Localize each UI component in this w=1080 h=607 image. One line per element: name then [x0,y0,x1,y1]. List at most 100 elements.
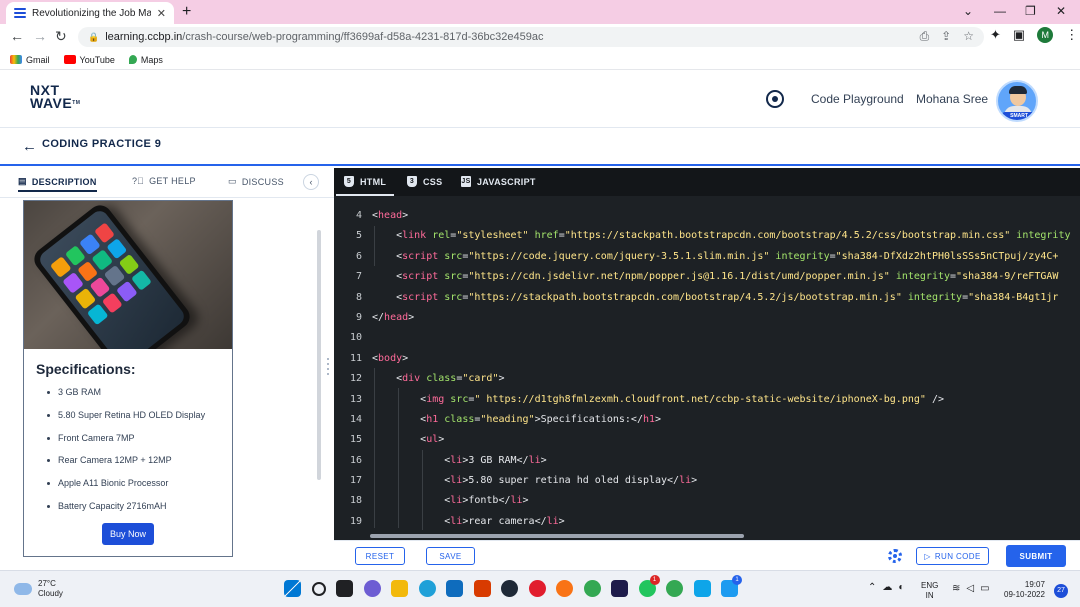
language-indicator[interactable]: ENG IN [921,581,938,601]
code-line[interactable]: <head> [372,206,1080,226]
code-line[interactable]: <li>3 GB RAM</li> [372,451,1080,471]
buy-now-button[interactable]: Buy Now [102,523,154,545]
resize-handle[interactable] [327,358,331,382]
reload-icon[interactable]: ↻ [55,28,67,45]
maximize-icon[interactable]: ❐ [1025,4,1036,18]
tab-css[interactable]: 3 CSS [407,176,442,187]
minimize-icon[interactable]: — [994,4,1006,18]
streak-tracker-icon[interactable] [766,90,784,108]
forward-icon[interactable]: → [33,28,47,44]
share-icon[interactable]: ⇪ [941,29,951,44]
run-code-button[interactable]: ▷ RUN CODE [916,547,989,565]
chrome-profile-icon[interactable] [666,580,683,597]
code-line[interactable]: <li>rear camera</li> [372,512,1080,532]
office-icon[interactable] [473,580,491,597]
arrow-left-icon[interactable]: ← [22,138,37,155]
bookmarks-bar: Gmail YouTube Maps [0,50,1080,70]
youtube-icon [63,55,76,64]
description-panel: ▤ DESCRIPTION ?⃝ GET HELP ▭ DISCUSS ‹ Sp… [0,168,334,568]
tab-javascript[interactable]: JS JAVASCRIPT [461,176,536,187]
code-content[interactable]: <head> <link rel="stylesheet" href="http… [372,206,1080,532]
new-tab-icon[interactable]: + [182,3,191,21]
tab-discuss[interactable]: ▭ DISCUSS [228,176,284,187]
menu-icon[interactable]: ⋮ [1065,27,1078,43]
css3-icon: 3 [407,176,417,187]
cloud-sync-icon[interactable]: ☁ [882,582,892,593]
firefox-icon[interactable] [556,580,573,597]
tab-description[interactable]: ▤ DESCRIPTION [18,176,97,192]
code-line[interactable]: <img src=" https://d1tgh8fmlzexmh.cloudf… [372,390,1080,410]
mail-icon[interactable] [446,580,463,597]
app-icon[interactable] [611,580,628,597]
code-line[interactable]: <li>fontb</li> [372,491,1080,511]
code-editor[interactable]: 5 HTML 3 CSS JS JAVASCRIPT 4 5 6 7 8 9 1… [334,168,1080,540]
install-app-icon[interactable]: ⎙ [920,29,930,44]
browser-toolbar: ← → ↻ 🔒 learning.ccbp.in/crash-course/we… [0,24,1080,50]
code-line[interactable]: <script src="https://stackpath.bootstrap… [372,288,1080,308]
maps-icon [128,55,137,64]
reset-button[interactable]: RESET [355,547,405,565]
task-view-icon[interactable] [336,580,353,597]
code-line[interactable]: <div class="card"> [372,369,1080,389]
bookmark-star-icon[interactable]: ☆ [963,29,974,44]
tab-html[interactable]: 5 HTML [335,176,395,196]
nxtwave-logo[interactable]: NXT WAVETM [30,83,90,110]
whatsapp-icon[interactable]: 1 [638,575,660,597]
opera-icon[interactable] [528,580,546,597]
list-item: Apple A11 Bionic Processor [36,478,226,501]
weather-widget[interactable]: 27°C Cloudy [14,579,63,599]
code-line[interactable]: <h1 class="heading">Specifications:</h1> [372,410,1080,430]
twitter-icon[interactable]: 1 [721,575,742,597]
profile-avatar[interactable]: M [1037,27,1054,43]
store-icon[interactable] [693,580,711,597]
file-explorer-icon[interactable] [391,580,408,597]
volume-icon[interactable]: ◁ [966,583,974,594]
url-path: /crash-course/web-programming/ff3699af-d… [182,31,544,43]
extensions-icon[interactable]: ✦ [990,27,1001,43]
windows-start-icon[interactable] [284,580,301,597]
submit-button[interactable]: SUBMIT [1006,545,1066,567]
code-line[interactable]: <script src="https://code.jquery.com/jqu… [372,247,1080,267]
code-line[interactable]: <body> [372,349,1080,369]
side-panel-icon[interactable]: ▣ [1013,27,1025,43]
code-line[interactable]: </head> [372,308,1080,328]
code-line[interactable]: <script src="https://cdn.jsdelivr.net/np… [372,267,1080,287]
left-tabs: ▤ DESCRIPTION ?⃝ GET HELP ▭ DISCUSS ‹ [0,168,334,198]
chrome-icon[interactable] [583,580,601,597]
panel-scrollbar[interactable] [317,230,321,480]
address-bar[interactable]: 🔒 learning.ccbp.in/crash-course/web-prog… [78,27,984,47]
save-button[interactable]: SAVE [426,547,475,565]
chevron-up-icon[interactable]: ⌃ [868,582,876,593]
code-line[interactable]: <ul> [372,430,1080,450]
edge-icon[interactable] [418,580,436,597]
avatar[interactable]: SMART [996,80,1038,122]
notifications-badge[interactable]: 27 [1054,584,1068,598]
battery-icon[interactable]: ▭ [980,583,989,594]
close-tab-icon[interactable]: ✕ [157,7,166,20]
editor-horizontal-scrollbar[interactable] [370,534,744,538]
tab-title: Revolutionizing the Job Market | [32,7,151,19]
browser-tab[interactable]: Revolutionizing the Job Market | ✕ [6,2,174,24]
bookmark-maps[interactable]: Maps [128,55,163,65]
back-icon[interactable]: ← [10,28,24,44]
code-line[interactable]: <link rel="stylesheet" href="https://sta… [372,226,1080,246]
dell-icon[interactable] [501,580,518,597]
browser-tabstrip: Revolutionizing the Job Market | ✕ + ⌄ —… [0,0,1080,24]
tab-get-help[interactable]: ?⃝ GET HELP [132,176,196,186]
list-item: Battery Capacity 2716mAH [36,501,226,524]
bookmark-gmail[interactable]: Gmail [10,55,50,65]
connectivity-icon[interactable]: ◐ [898,582,904,593]
code-line[interactable]: <li>5.80 super retina hd oled display</l… [372,471,1080,491]
chevron-left-icon[interactable]: ‹ [303,174,319,190]
chevron-down-icon[interactable]: ⌄ [963,4,973,18]
bookmark-youtube[interactable]: YouTube [63,55,115,65]
code-playground-link[interactable]: Code Playground [811,92,904,106]
search-icon[interactable] [311,581,326,596]
teams-chat-icon[interactable] [363,580,381,597]
user-name[interactable]: Mohana Sree [916,92,988,106]
code-line[interactable] [372,328,1080,348]
gear-icon[interactable] [888,549,902,563]
wifi-icon[interactable]: ≋ [952,583,960,594]
close-window-icon[interactable]: ✕ [1056,4,1066,18]
clock[interactable]: 19:07 09-10-2022 [1004,580,1045,600]
